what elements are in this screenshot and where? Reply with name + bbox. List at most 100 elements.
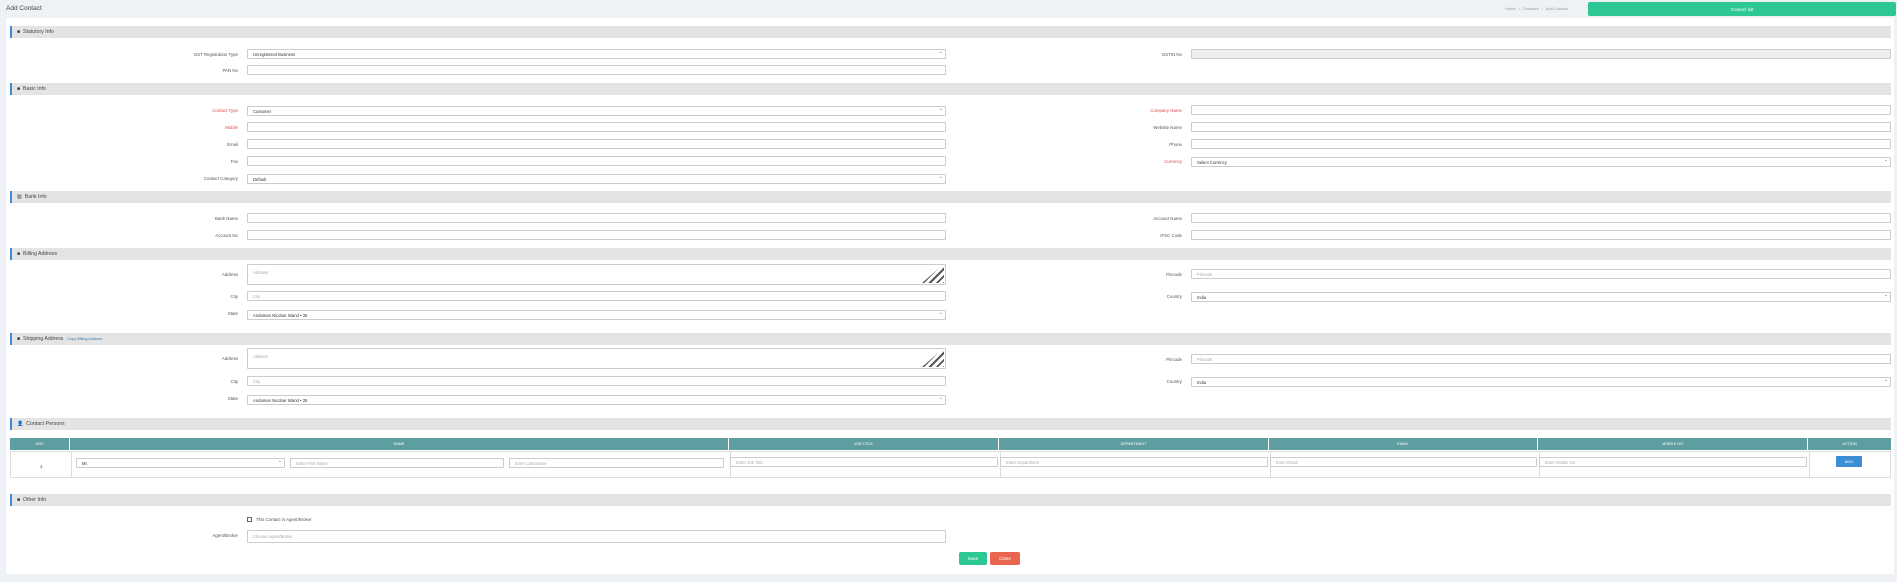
close-button[interactable]: Close: [990, 552, 1020, 565]
section-title: Bank Info: [24, 194, 47, 200]
contact-email-input[interactable]: Enter Email: [1270, 457, 1537, 467]
placeholder: Address: [253, 270, 269, 275]
breadcrumb-sep: /: [1541, 6, 1543, 11]
agent-select[interactable]: Choose Agent/Broker: [247, 530, 946, 543]
billing-address-label: Address: [221, 272, 238, 277]
section-shipping: ■ Shipping Address Copy Billing Address: [10, 333, 1891, 345]
billing-country-label: Country: [1166, 294, 1182, 299]
billing-city-label: City: [230, 294, 238, 299]
contact-type-select[interactable]: Customer: [247, 106, 946, 116]
breadcrumb-current: Add Contact: [1545, 6, 1568, 11]
salutation-select[interactable]: Mr.: [76, 458, 285, 468]
contact-mobile-input[interactable]: Enter Mobile No: [1539, 457, 1807, 467]
billing-state-label: State: [227, 311, 238, 316]
contact-type-label: Contact Type: [212, 108, 238, 113]
shipping-country-label: Country: [1166, 379, 1182, 384]
col-name: NAME: [70, 438, 729, 450]
copy-billing-link[interactable]: Copy Billing Address: [67, 337, 102, 341]
phone-input[interactable]: [1191, 139, 1891, 149]
section-basic: ■ Basic Info: [10, 83, 1891, 95]
section-title: Other Info: [23, 497, 47, 503]
col-email: EMAIL: [1269, 438, 1538, 450]
section-title: Billing Address: [23, 251, 58, 257]
account-no-label: Account No: [215, 233, 238, 238]
section-contact-persons: 👤 Contact Persons: [10, 418, 1891, 430]
gstin-label: GSTIN No: [1161, 52, 1182, 57]
billing-pincode-input[interactable]: Pincode: [1191, 269, 1891, 279]
col-action: ACTION: [1842, 442, 1857, 446]
breadcrumb-home[interactable]: Home: [1505, 6, 1516, 11]
contact-list-button[interactable]: Contact list: [1588, 2, 1896, 16]
shipping-address-textarea[interactable]: Address: [247, 348, 946, 369]
square-icon: ■: [17, 336, 21, 342]
breadcrumb: Home / Contacts / Add Contact: [1505, 6, 1568, 11]
mobile-input[interactable]: [247, 122, 946, 132]
section-billing: ■ Billing Address: [10, 248, 1891, 260]
col-sno: SNO: [10, 438, 70, 450]
section-title: Statutory Info: [23, 29, 54, 35]
agent-checkbox-row[interactable]: This Contact is Agent/Broker: [247, 517, 312, 522]
section-title: Basic Info: [23, 86, 46, 92]
resize-handle-icon[interactable]: [922, 348, 944, 367]
shipping-country-select[interactable]: India: [1191, 377, 1891, 387]
col-department: DEPARTMENT: [999, 438, 1269, 450]
bank-name-label: Bank Name: [215, 216, 238, 221]
pan-input[interactable]: [247, 65, 946, 75]
breadcrumb-sep: /: [1518, 6, 1520, 11]
resize-handle-icon[interactable]: [922, 264, 944, 283]
currency-label: Currency: [1164, 159, 1182, 164]
currency-select[interactable]: Select Currency: [1191, 157, 1891, 167]
square-icon: ■: [17, 497, 21, 503]
company-name-label: Company Name: [1150, 108, 1182, 113]
page-title: Add Contact: [6, 5, 42, 12]
account-no-input[interactable]: [247, 230, 946, 240]
website-input[interactable]: [1191, 122, 1891, 132]
fax-input[interactable]: [247, 156, 946, 166]
placeholder: Address: [253, 354, 269, 359]
job-title-input[interactable]: Enter Job Title: [730, 457, 998, 467]
phone-label: Phone: [1169, 142, 1182, 147]
billing-state-select[interactable]: Andaman Nicobar Island • 35: [247, 310, 946, 320]
account-name-label: Account Name: [1153, 216, 1182, 221]
ifsc-label: IFSC Code: [1160, 233, 1182, 238]
billing-pincode-label: Pincode: [1166, 272, 1182, 277]
agent-checkbox-label: This Contact is Agent/Broker: [256, 517, 312, 522]
last-name-input[interactable]: Enter Last Name: [509, 458, 724, 468]
bank-name-input[interactable]: [247, 213, 946, 223]
square-icon: ■: [17, 29, 21, 35]
email-label: Email: [227, 142, 238, 147]
add-contact-button[interactable]: ADD: [1836, 456, 1862, 467]
first-name-input[interactable]: Enter First Name: [290, 458, 504, 468]
section-statutory: ■ Statutory Info: [10, 26, 1891, 38]
breadcrumb-contacts[interactable]: Contacts: [1523, 6, 1539, 11]
gst-type-select[interactable]: Unregistered Business: [247, 49, 946, 59]
square-icon: ■: [17, 251, 21, 257]
department-input[interactable]: Enter Department: [1000, 457, 1268, 467]
billing-city-input[interactable]: City: [247, 291, 946, 301]
shipping-city-input[interactable]: City: [247, 376, 946, 386]
bank-icon: ▥: [17, 194, 22, 200]
square-icon: ■: [17, 86, 21, 92]
pan-label: PAN No: [222, 68, 238, 73]
billing-country-select[interactable]: India: [1191, 292, 1891, 302]
fax-label: Fax: [230, 159, 238, 164]
agent-checkbox[interactable]: [247, 517, 252, 522]
section-bank: ▥ Bank Info: [10, 191, 1891, 203]
ifsc-input[interactable]: [1191, 230, 1891, 240]
section-other: ■ Other Info: [10, 494, 1891, 506]
row-sno: 1: [40, 464, 43, 469]
email-input[interactable]: [247, 139, 946, 149]
agent-label: Agent/Broker: [212, 533, 238, 538]
company-name-input[interactable]: [1191, 105, 1891, 115]
account-name-input[interactable]: [1191, 213, 1891, 223]
col-mobile: MOBILE NO: [1538, 438, 1808, 450]
gstin-input: [1191, 49, 1891, 59]
shipping-city-label: City: [230, 379, 238, 384]
category-label: Contact Category: [203, 176, 238, 181]
shipping-pincode-input[interactable]: Pincode: [1191, 354, 1891, 364]
category-select[interactable]: Default: [247, 174, 946, 184]
save-button[interactable]: Save: [959, 552, 987, 565]
section-title: Shipping Address: [23, 336, 64, 342]
billing-address-textarea[interactable]: Address: [247, 264, 946, 285]
shipping-state-select[interactable]: Andaman Nicobar Island • 35: [247, 395, 946, 405]
